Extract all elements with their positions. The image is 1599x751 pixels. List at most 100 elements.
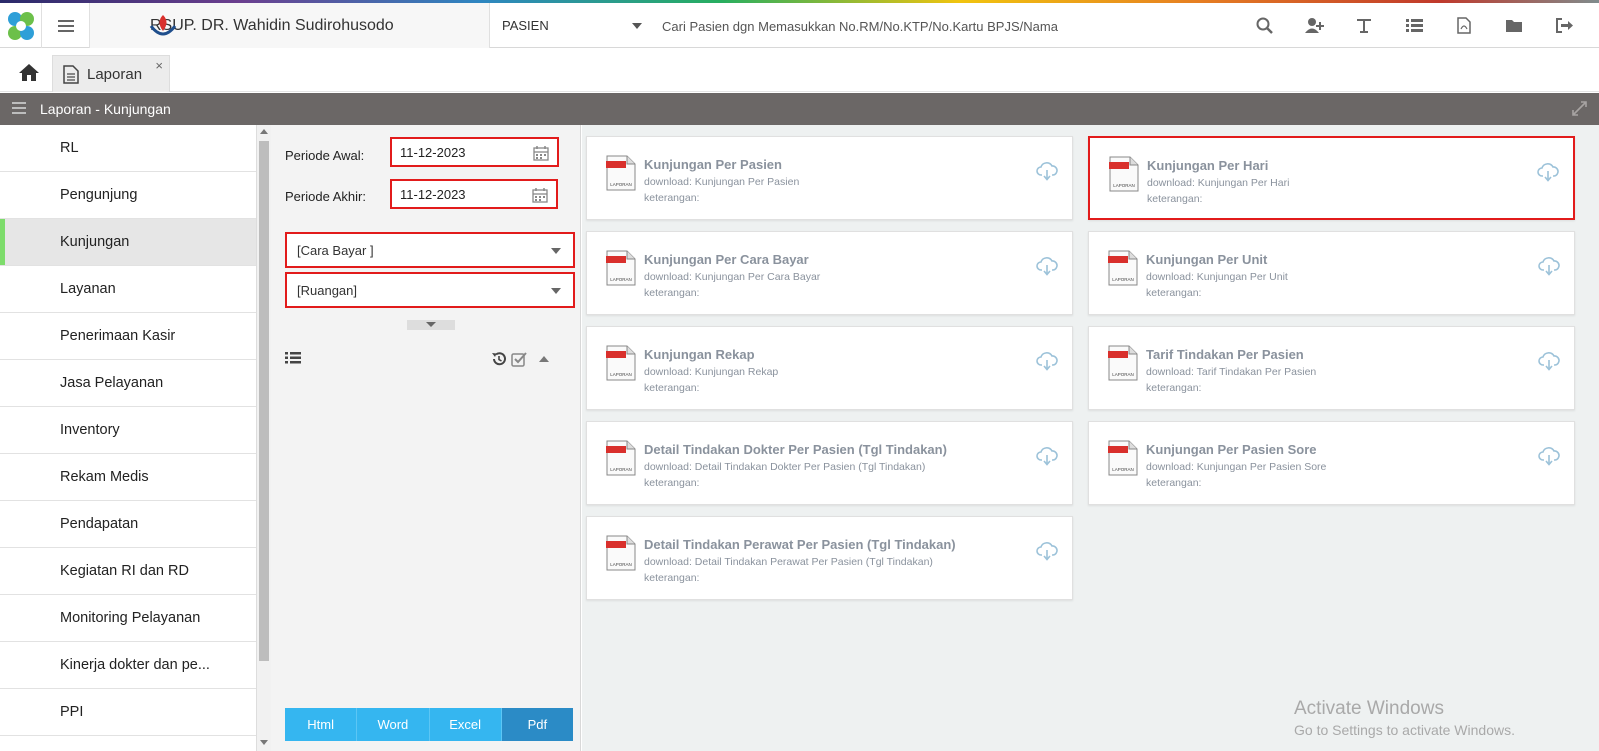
history-icon[interactable] — [491, 351, 507, 367]
report-card[interactable]: LAPORAN Kunjungan Rekap download: Kunjunga… — [586, 326, 1073, 410]
periode-awal-field[interactable] — [390, 137, 559, 167]
page-title: Laporan - Kunjungan — [40, 101, 171, 117]
sidebar-item-kunjungan[interactable]: Kunjungan — [0, 219, 256, 266]
sidebar-item-inventory[interactable]: Inventory — [0, 407, 256, 454]
search-type-select[interactable]: PASIEN — [490, 3, 650, 48]
tab-bar: Laporan × — [0, 49, 1599, 92]
sidebar-item-monitoring-pelayanan[interactable]: Monitoring Pelayanan — [0, 595, 256, 642]
cloud-download-icon[interactable] — [1538, 446, 1560, 466]
filter-collapse-toggle[interactable] — [407, 320, 455, 330]
report-card[interactable]: LAPORAN Detail Tindakan Perawat Per Pasie… — [586, 516, 1073, 600]
folder-button[interactable] — [1489, 3, 1539, 48]
list-view-icon[interactable] — [285, 351, 301, 365]
report-download-text: download: Kunjungan Per Pasien Sore — [1146, 461, 1327, 473]
doc-icon-label: LAPORAN — [1112, 467, 1134, 472]
report-title: Detail Tindakan Dokter Per Pasien (Tgl T… — [644, 442, 947, 457]
periode-awal-input[interactable] — [400, 144, 520, 160]
list-icon — [1405, 19, 1423, 32]
sidebar-item-ppi[interactable]: PPI — [0, 689, 256, 736]
report-document-icon: LAPORAN — [606, 535, 636, 571]
header-actions — [1239, 3, 1589, 48]
report-keterangan: keterangan: — [1146, 382, 1202, 394]
sidebar-item-label: RL — [60, 140, 79, 156]
report-card[interactable]: LAPORAN Kunjungan Per Pasien download: Kun… — [586, 136, 1073, 220]
expand-icon[interactable] — [1572, 101, 1587, 116]
export-word-button[interactable]: Word — [357, 708, 430, 741]
add-user-button[interactable] — [1289, 3, 1339, 48]
chevron-down-icon — [551, 248, 561, 254]
sidebar-item-rl[interactable]: RL — [0, 125, 256, 172]
scrollbar-thumb[interactable] — [259, 141, 269, 661]
cloud-download-icon[interactable] — [1036, 256, 1058, 276]
periode-akhir-label: Periode Akhir: — [285, 189, 366, 204]
cloud-download-icon[interactable] — [1036, 161, 1058, 181]
cloud-download-icon[interactable] — [1036, 541, 1058, 561]
periode-akhir-input[interactable] — [400, 186, 520, 202]
collapse-up-icon[interactable] — [539, 356, 549, 362]
report-card[interactable]: LAPORAN Kunjungan Per Cara Bayar download:… — [586, 231, 1073, 315]
report-document-icon: LAPORAN — [606, 345, 636, 381]
menu-toggle-icon[interactable] — [12, 102, 26, 114]
calendar-icon[interactable] — [533, 145, 549, 161]
document-icon — [63, 64, 79, 84]
cloud-download-icon[interactable] — [1538, 351, 1560, 371]
report-card[interactable]: LAPORAN Kunjungan Per Pasien Sore download… — [1088, 421, 1575, 505]
sidebar-item-label: Pendapatan — [60, 516, 139, 532]
sidebar-item-label: Pengunjung — [60, 187, 138, 203]
report-title: Kunjungan Per Hari — [1147, 158, 1269, 173]
cloud-download-icon[interactable] — [1036, 446, 1058, 466]
sidebar-item-label: Kinerja dokter dan pe... — [60, 657, 210, 673]
sidebar-item-penerimaan-kasir[interactable]: Penerimaan Kasir — [0, 313, 256, 360]
report-card[interactable]: LAPORAN Kunjungan Per Unit download: Kunju… — [1088, 231, 1575, 315]
pdf-button[interactable] — [1439, 3, 1489, 48]
scroll-down-arrow-icon[interactable] — [260, 740, 268, 745]
report-card[interactable]: LAPORAN Detail Tindakan Dokter Per Pasien… — [586, 421, 1073, 505]
calendar-icon[interactable] — [532, 187, 548, 203]
cloud-download-icon[interactable] — [1036, 351, 1058, 371]
scroll-up-arrow-icon[interactable] — [260, 129, 268, 134]
sidebar-scrollbar[interactable] — [257, 125, 271, 751]
report-keterangan: keterangan: — [644, 572, 700, 584]
ruangan-value: [Ruangan] — [297, 282, 357, 298]
sidebar-item-pengunjung[interactable]: Pengunjung — [0, 172, 256, 219]
sidebar-item-rekam-medis[interactable]: Rekam Medis — [0, 454, 256, 501]
cloud-download-icon[interactable] — [1538, 256, 1560, 276]
hamburger-menu-button[interactable] — [42, 3, 90, 48]
patient-search-input[interactable] — [662, 13, 1222, 39]
export-pdf-button[interactable]: Pdf — [501, 708, 573, 741]
report-download-text: download: Kunjungan Per Cara Bayar — [644, 271, 821, 283]
hamburger-icon — [57, 19, 74, 32]
doc-icon-label: LAPORAN — [1113, 183, 1135, 188]
logout-button[interactable] — [1539, 3, 1589, 48]
tab-laporan[interactable]: Laporan × — [52, 55, 170, 92]
sidebar-item-label: PPI — [60, 704, 84, 720]
cara-bayar-select[interactable]: [Cara Bayar ] — [285, 232, 575, 268]
sidebar-item-kinerja-dokter[interactable]: Kinerja dokter dan pe... — [0, 642, 256, 689]
export-excel-button[interactable]: Excel — [429, 708, 502, 741]
sidebar-item-label: Rekam Medis — [60, 469, 149, 485]
home-button[interactable] — [10, 57, 48, 87]
search-button[interactable] — [1239, 3, 1289, 48]
sidebar-item-jasa-pelayanan[interactable]: Jasa Pelayanan — [0, 360, 256, 407]
report-keterangan: keterangan: — [1146, 287, 1202, 299]
sidebar-item-label: Inventory — [60, 422, 120, 438]
windows-activation-watermark: Activate Windows Go to Settings to activ… — [1294, 698, 1515, 738]
report-card[interactable]: LAPORAN Kunjungan Per Hari download: Kunju… — [1088, 136, 1575, 220]
sidebar-item-label: Layanan — [60, 281, 116, 297]
close-tab-button[interactable]: × — [155, 58, 163, 73]
report-card[interactable]: LAPORAN Tarif Tindakan Per Pasien download… — [1088, 326, 1575, 410]
ruangan-select[interactable]: [Ruangan] — [285, 272, 575, 308]
cloud-download-icon[interactable] — [1537, 162, 1559, 182]
periode-awal-label: Periode Awal: — [285, 148, 365, 163]
periode-akhir-field[interactable] — [390, 179, 558, 209]
export-html-button[interactable]: Html — [285, 708, 358, 741]
app-logo[interactable] — [0, 3, 42, 48]
sidebar-item-pendapatan[interactable]: Pendapatan — [0, 501, 256, 548]
sidebar-item-layanan[interactable]: Layanan — [0, 266, 256, 313]
report-title: Kunjungan Per Pasien — [644, 157, 782, 172]
check-square-icon[interactable] — [511, 351, 528, 367]
text-button[interactable] — [1339, 3, 1389, 48]
list-button[interactable] — [1389, 3, 1439, 48]
report-document-icon: LAPORAN — [1108, 345, 1138, 381]
sidebar-item-kegiatan-ri-rd[interactable]: Kegiatan RI dan RD — [0, 548, 256, 595]
